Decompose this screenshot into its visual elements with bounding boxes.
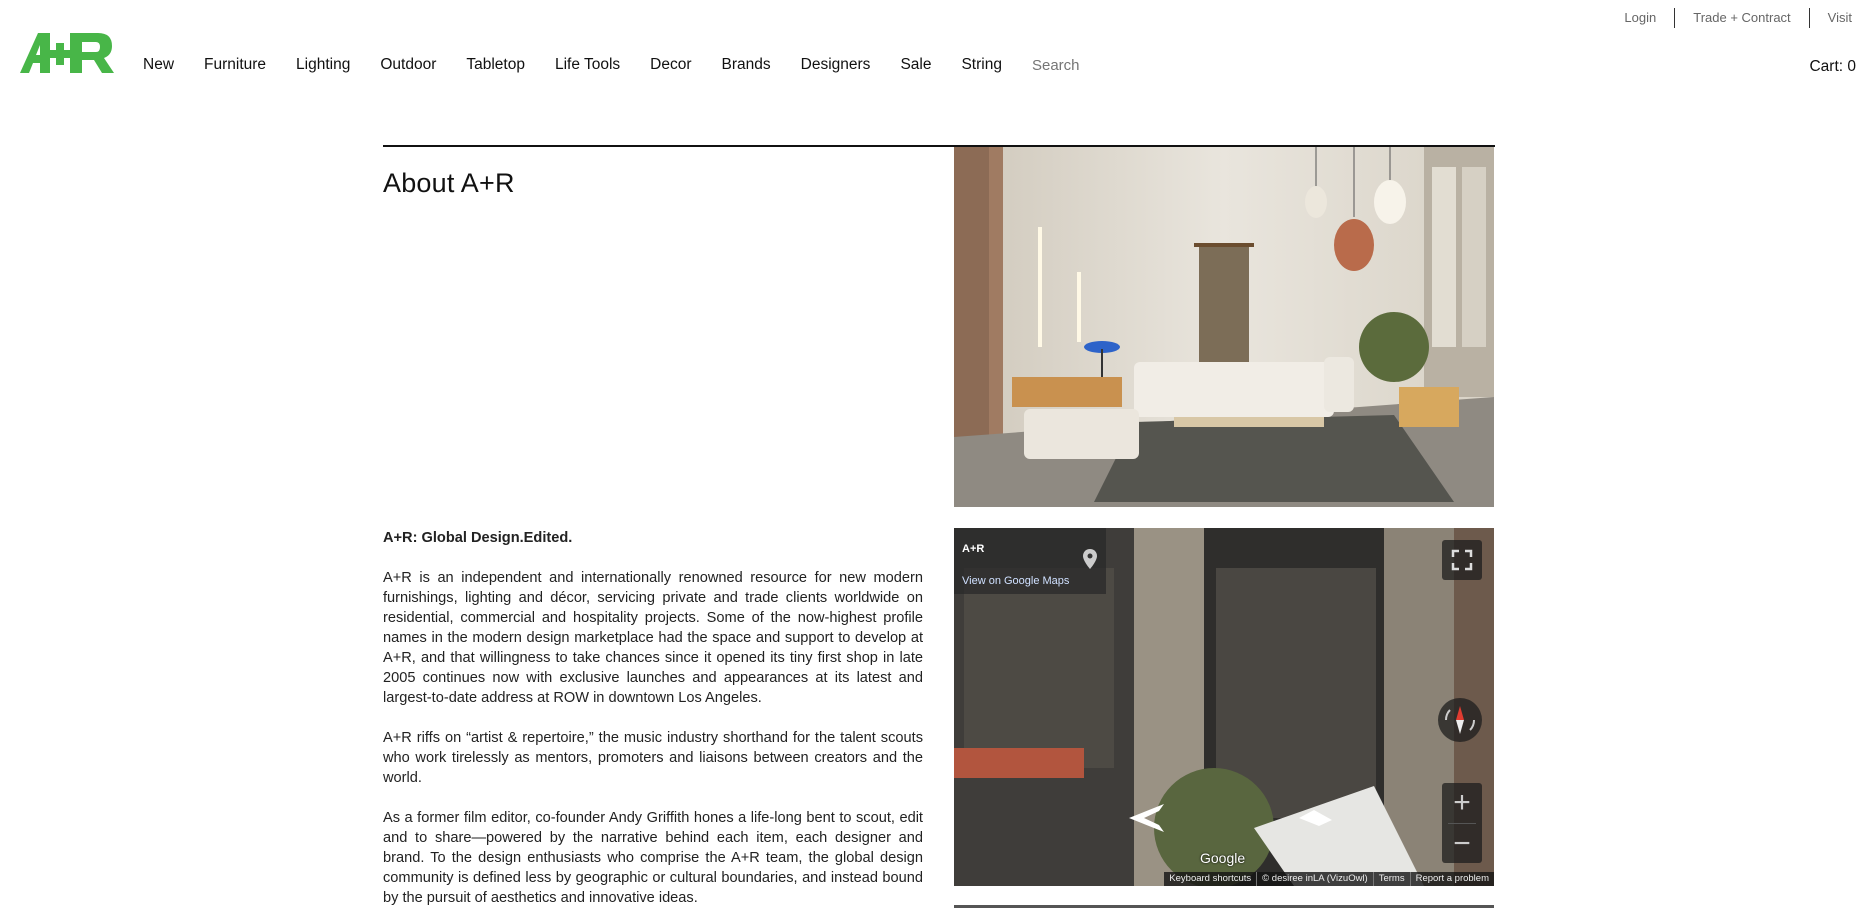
main-nav: New Furniture Lighting Outdoor Tabletop … — [143, 56, 1152, 74]
login-link[interactable]: Login — [1606, 8, 1674, 28]
nav-life-tools[interactable]: Life Tools — [555, 56, 620, 74]
nav-brands[interactable]: Brands — [722, 56, 771, 74]
ar-logo-icon — [20, 33, 114, 73]
nav-furniture[interactable]: Furniture — [204, 56, 266, 74]
page-title: About A+R — [383, 168, 515, 198]
compass-button[interactable] — [1438, 698, 1482, 742]
fullscreen-button[interactable] — [1442, 540, 1482, 580]
about-paragraph: A+R is an independent and internationall… — [383, 570, 923, 706]
imagery-credit: © desiree inLA (VizuOwl) — [1256, 872, 1373, 886]
zoom-controls: + − — [1442, 783, 1482, 863]
nav-tabletop[interactable]: Tabletop — [466, 56, 525, 74]
zoom-in-button[interactable]: + — [1442, 783, 1482, 823]
place-name: A+R — [962, 543, 985, 555]
nav-new[interactable]: New — [143, 56, 174, 74]
about-paragraph: As a former film editor, co-founder Andy… — [383, 810, 923, 906]
street-view-footer: Keyboard shortcuts © desiree inLA (VizuO… — [1164, 872, 1494, 886]
street-view-embed[interactable]: A+R View on Google Maps + − Google Keybo… — [954, 528, 1494, 886]
nav-decor[interactable]: Decor — [650, 56, 691, 74]
report-problem-link[interactable]: Report a problem — [1409, 872, 1494, 886]
nav-string[interactable]: String — [961, 56, 1002, 74]
trade-contract-link[interactable]: Trade + Contract — [1675, 8, 1808, 28]
search-input[interactable] — [1031, 56, 1152, 74]
place-card: A+R View on Google Maps — [954, 528, 1106, 594]
fullscreen-icon — [1451, 549, 1473, 571]
about-text: A+R: Global Design.Edited. A+R is an ind… — [383, 528, 923, 908]
nav-designers[interactable]: Designers — [801, 56, 871, 74]
map-pin-icon[interactable] — [1078, 546, 1102, 574]
about-paragraph: A+R riffs on “artist & repertoire,” the … — [383, 730, 923, 786]
zoom-out-button[interactable]: − — [1442, 824, 1482, 864]
keyboard-shortcuts-link[interactable]: Keyboard shortcuts — [1164, 872, 1256, 886]
compass-icon — [1444, 706, 1476, 734]
brand-logo[interactable] — [20, 33, 114, 73]
utility-bar: Login Trade + Contract Visit — [1606, 8, 1866, 28]
nav-lighting[interactable]: Lighting — [296, 56, 350, 74]
tagline: A+R: Global Design.Edited. — [383, 530, 573, 546]
visit-link[interactable]: Visit — [1810, 8, 1866, 28]
nav-sale[interactable]: Sale — [900, 56, 931, 74]
nav-outdoor[interactable]: Outdoor — [380, 56, 436, 74]
showroom-image — [954, 147, 1494, 507]
google-watermark: Google — [1200, 850, 1246, 866]
terms-link[interactable]: Terms — [1372, 872, 1410, 886]
view-on-google-maps-link[interactable]: View on Google Maps — [962, 575, 1069, 587]
cart-link[interactable]: Cart: 0 — [1809, 58, 1856, 76]
